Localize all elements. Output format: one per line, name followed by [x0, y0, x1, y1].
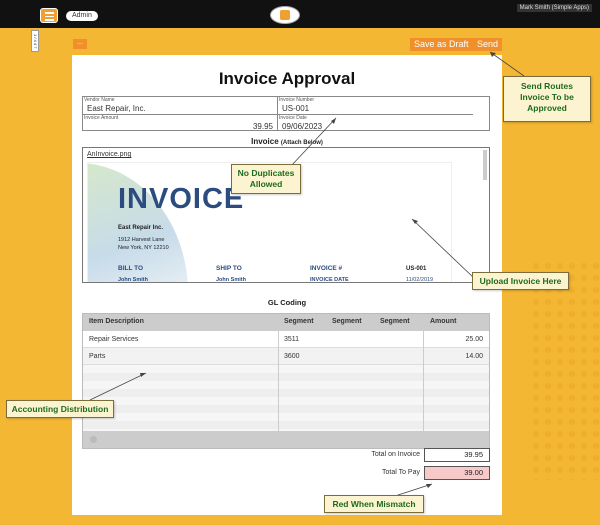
- hamburger-menu-icon[interactable]: [40, 8, 58, 23]
- row-amount: 25.00: [465, 336, 483, 343]
- app-top-bar: Admin Mark Smith (Simple Apps): [0, 0, 600, 28]
- send-button[interactable]: Send: [473, 38, 503, 51]
- total-on-invoice-value: 39.95: [424, 448, 490, 462]
- preview-bill-to: BILL TO: [118, 265, 144, 272]
- preview-name1: John Smith: [118, 277, 148, 283]
- add-row-icon[interactable]: [90, 436, 97, 443]
- invoice-date-label: Invoice Date: [279, 115, 307, 121]
- invoice-number-label: Invoice Number: [279, 97, 315, 103]
- total-to-pay-label: Total To Pay: [381, 469, 420, 476]
- save-as-draft-button[interactable]: Save as Draft: [410, 38, 473, 51]
- row-description: Repair Services: [89, 336, 139, 343]
- preview-invoice-date-label: INVOICE DATE: [310, 277, 349, 283]
- invoice-form: Invoice Approval Vendor Name East Repair…: [72, 55, 502, 515]
- preview-invoice-number: US-001: [406, 266, 427, 272]
- invoice-amount-label: Invoice Amount: [84, 115, 119, 121]
- col-segment-3: Segment: [380, 318, 410, 325]
- total-on-invoice-label: Total on Invoice: [371, 451, 420, 458]
- col-segment-1: Segment: [284, 318, 314, 325]
- invoice-date-field[interactable]: Invoice Date 09/06/2023: [278, 114, 473, 131]
- gl-coding-table: Item Description Segment Segment Segment…: [82, 313, 490, 449]
- callout-upload: Upload Invoice Here: [472, 272, 569, 290]
- row-amount: 14.00: [465, 353, 483, 360]
- invoice-amount-value: 39.95: [252, 122, 273, 131]
- preview-address-line2: New York, NY 12210: [118, 245, 169, 251]
- gl-table-header: Item Description Segment Segment Segment…: [83, 314, 489, 331]
- invoice-header-fields: Vendor Name East Repair, Inc. Invoice Nu…: [82, 96, 490, 131]
- callout-send: Send Routes Invoice To be Approved: [503, 76, 591, 122]
- table-row[interactable]: Parts 3600 14.00: [83, 348, 489, 365]
- attachment-file-link[interactable]: AnInvoice.png: [87, 151, 131, 158]
- decorative-pattern: [530, 260, 600, 480]
- attachment-scrollbar[interactable]: [483, 150, 487, 180]
- callout-accounting: Accounting Distribution: [6, 400, 114, 418]
- side-tab[interactable]: 1 / 4 4 7: [31, 30, 39, 52]
- gl-coding-caption: GL Coding: [267, 298, 307, 307]
- total-to-pay-value: 39.00: [424, 466, 490, 480]
- invoice-number-value: US-001: [282, 104, 310, 113]
- preview-address-line1: 1912 Harvest Lane: [118, 237, 165, 243]
- gl-table-footer: [83, 431, 489, 448]
- invoice-amount-field[interactable]: Invoice Amount 39.95: [83, 114, 278, 131]
- vendor-name-label: Vendor Name: [84, 97, 115, 103]
- vendor-name-field[interactable]: Vendor Name East Repair, Inc.: [83, 97, 278, 114]
- attachment-caption-title: Invoice: [251, 137, 279, 146]
- callout-red-mismatch: Red When Mismatch: [324, 495, 424, 513]
- attachment-caption: Invoice (Attach Below): [72, 137, 502, 146]
- preview-company: East Repair Inc.: [118, 225, 164, 231]
- invoice-date-value: 09/06/2023: [282, 122, 323, 131]
- preview-ship-to: SHIP TO: [216, 265, 242, 272]
- row-segment: 3511: [284, 336, 300, 343]
- column-divider: [278, 331, 279, 431]
- table-row[interactable]: Repair Services 3511 25.00: [83, 331, 489, 348]
- user-label[interactable]: Mark Smith (Simple Apps): [516, 4, 592, 12]
- invoice-number-field[interactable]: Invoice Number US-001: [278, 97, 473, 114]
- attachment-caption-hint: (Attach Below): [280, 140, 323, 146]
- gl-empty-rows[interactable]: [83, 365, 489, 431]
- callout-no-duplicates: No Duplicates Allowed: [231, 164, 301, 194]
- preview-name2: John Smith: [216, 277, 246, 283]
- row-segment: 3600: [284, 353, 300, 360]
- preview-heading: INVOICE: [118, 183, 245, 215]
- column-divider: [423, 331, 424, 431]
- page-title: Invoice Approval: [218, 69, 356, 88]
- preview-invoice-hash: INVOICE #: [310, 265, 343, 272]
- col-item-description: Item Description: [89, 318, 144, 325]
- home-icon[interactable]: [270, 6, 300, 24]
- more-options-button[interactable]: ...: [73, 39, 87, 49]
- row-description: Parts: [89, 353, 106, 360]
- col-segment-2: Segment: [332, 318, 362, 325]
- role-badge[interactable]: Admin: [66, 11, 98, 21]
- preview-date-value: 11/02/2019: [406, 277, 434, 283]
- col-amount: Amount: [430, 318, 457, 325]
- vendor-name-value: East Repair, Inc.: [87, 104, 146, 113]
